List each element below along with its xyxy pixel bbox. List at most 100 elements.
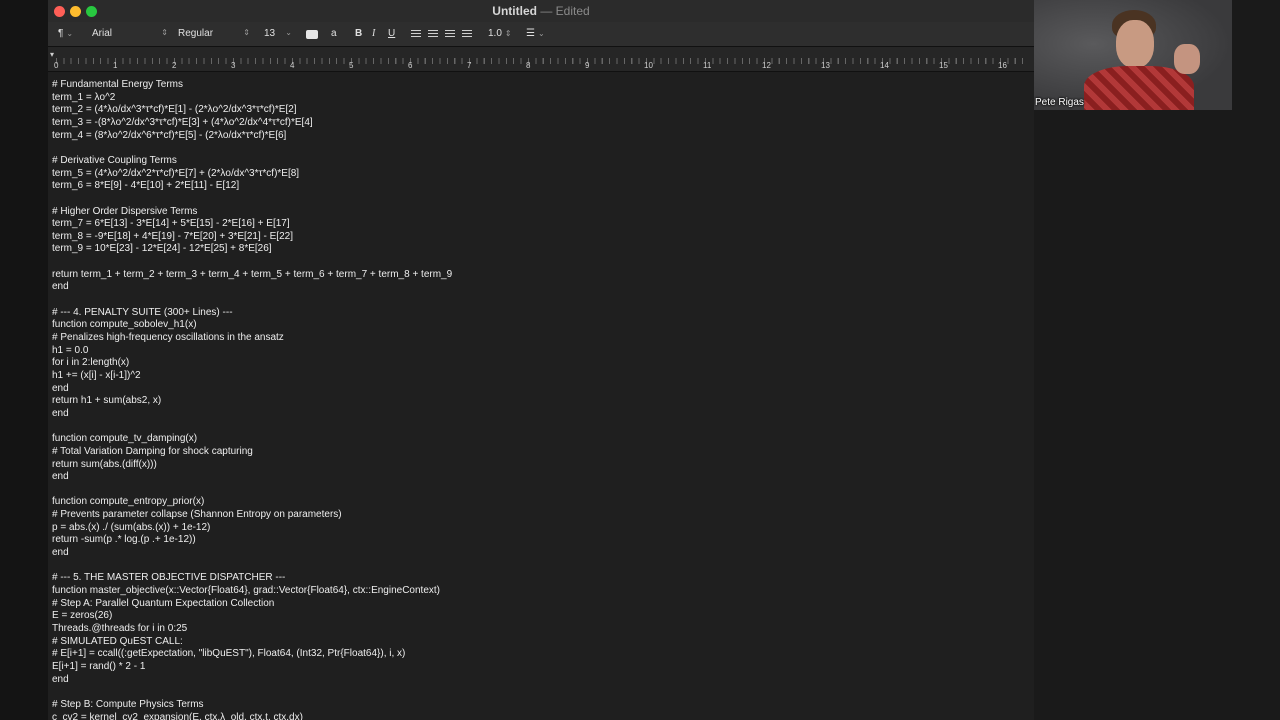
text-line[interactable]: # Total Variation Damping for shock capt… [52,446,253,458]
text-line[interactable]: end [52,383,69,395]
chevron-down-icon: ⌄ [285,28,292,37]
text-line[interactable]: return h1 + sum(abs2, x) [52,395,161,407]
text-line[interactable]: E[i+1] = rand() * 2 - 1 [52,661,145,673]
text-line[interactable]: end [52,281,69,293]
ruler-number: 5 [349,61,354,70]
textedit-window: Untitled — Edited ¶ ⌄ Arial ⇕ Regular ⇕ 13 ⌄… [48,0,1034,720]
text-line[interactable]: term_5 = (4*λo^2/dx^2*τ*cf)*E[7] + (2*λo… [52,168,299,180]
desktop-left-edge [0,0,48,720]
format-toolbar: ¶ ⌄ Arial ⇕ Regular ⇕ 13 ⌄ a B I U 1.0 ⇕ ☰ ⌄ [48,22,1034,47]
ruler-number: 16 [998,61,1007,70]
text-line[interactable]: # Higher Order Dispersive Terms [52,206,197,218]
text-line[interactable]: term_6 = 8*E[9] - 4*E[10] + 2*E[11] - E[… [52,180,239,192]
document-title: Untitled [492,4,537,18]
text-line[interactable]: # E[i+1] = ccall((:getExpectation, "libQ… [52,648,405,660]
font-size-select[interactable]: 13 ⌄ [264,28,292,39]
font-family-value: Arial [92,28,113,39]
ruler-number: 11 [703,61,712,70]
text-line[interactable]: h1 += (x[i] - x[i-1])^2 [52,370,141,382]
text-line[interactable]: # Prevents parameter collapse (Shannon E… [52,509,342,521]
text-line[interactable]: term_4 = (8*λo^2/dx^6*τ*cf)*E[5] - (2*λo… [52,130,286,142]
tab-stop-icon[interactable]: ▾ [50,50,54,59]
text-line[interactable]: # Fundamental Energy Terms [52,79,183,91]
chevron-down-icon: ⌄ [66,29,74,38]
text-color-swatch[interactable] [306,30,318,39]
text-line[interactable]: term_9 = 10*E[23] - 12*E[24] - 12*E[25] … [52,243,272,255]
text-line[interactable]: term_2 = (4*λo/dx^3*τ*cf)*E[1] - (2*λo^2… [52,104,297,116]
font-size-value: 13 [264,28,276,39]
ruler-number: 10 [644,61,653,70]
ruler[interactable]: ▾ 0 1 2 3 4 5 6 7 8 9 10 11 12 13 14 15 16 [48,47,1034,72]
text-line[interactable]: # Step A: Parallel Quantum Expectation C… [52,598,274,610]
window-title: Untitled — Edited [48,4,1034,18]
font-style-select[interactable]: Regular ⇕ [178,28,250,39]
ruler-number: 1 [113,61,118,70]
webcam-overlay: Pete Rigas [1034,0,1232,110]
webcam-person-shirt [1084,66,1194,110]
line-spacing-select[interactable]: 1.0 ⇕ [488,28,512,39]
text-line[interactable]: p = abs.(x) ./ (sum(abs.(x)) + 1e-12) [52,522,210,534]
ruler-number: 15 [939,61,948,70]
title-separator: — [540,4,553,18]
align-center-icon[interactable] [428,30,438,38]
line-spacing-value: 1.0 [488,28,502,39]
webcam-name-label: Pete Rigas [1035,97,1084,108]
webcam-person-head [1116,20,1154,68]
align-left-icon[interactable] [411,30,421,38]
chevron-down-icon: ⌄ [537,29,545,38]
paragraph-style-menu[interactable]: ¶ ⌄ [58,28,73,39]
list-icon: ☰ [526,28,535,39]
underline-button[interactable]: U [388,28,395,39]
font-family-select[interactable]: Arial ⇕ [92,28,168,39]
font-style-value: Regular [178,28,214,39]
text-line[interactable]: c_cv2 = kernel_cv2_expansion(E, ctx.λ_ol… [52,712,303,720]
list-style-menu[interactable]: ☰ ⌄ [526,28,545,39]
text-line[interactable]: term_8 = -9*E[18] + 4*E[19] - 7*E[20] + … [52,231,293,243]
up-down-chevron-icon: ⇕ [161,28,168,37]
webcam-person-hand [1174,44,1200,74]
document-body[interactable]: # Fundamental Energy Terms term_1 = λo^2 t… [48,72,1034,720]
up-down-chevron-icon: ⇕ [243,28,250,37]
ruler-number: 9 [585,61,590,70]
text-line[interactable]: # --- 5. THE MASTER OBJECTIVE DISPATCHER… [52,572,285,584]
ruler-number: 8 [526,61,531,70]
text-line[interactable]: # Derivative Coupling Terms [52,155,177,167]
document-status: Edited [555,4,590,18]
ruler-number: 12 [762,61,771,70]
text-line[interactable]: end [52,547,69,559]
text-line[interactable]: function compute_tv_damping(x) [52,433,197,445]
text-line[interactable]: term_1 = λo^2 [52,92,115,104]
text-line[interactable]: term_7 = 6*E[13] - 3*E[14] + 5*E[15] - 2… [52,218,290,230]
text-line[interactable]: return term_1 + term_2 + term_3 + term_4… [52,269,452,281]
text-line[interactable]: h1 = 0.0 [52,345,88,357]
text-line[interactable]: end [52,408,69,420]
paragraph-icon: ¶ [58,28,64,39]
text-line[interactable]: # Step B: Compute Physics Terms [52,699,204,711]
highlight-color-button[interactable]: a [331,28,337,39]
text-line[interactable]: term_3 = -(8*λo^2/dx^3*τ*cf)*E[3] + (4*λ… [52,117,313,129]
bold-button[interactable]: B [355,28,362,39]
text-line[interactable]: return -sum(p .* log.(p .+ 1e-12)) [52,534,196,546]
text-line[interactable]: function compute_sobolev_h1(x) [52,319,197,331]
text-line[interactable]: return sum(abs.(diff(x))) [52,459,157,471]
text-line[interactable]: end [52,674,69,686]
ruler-number: 0 [54,61,59,70]
up-down-chevron-icon: ⇕ [504,29,512,38]
title-bar: Untitled — Edited [48,0,1034,23]
text-line[interactable]: E = zeros(26) [52,610,112,622]
italic-button[interactable]: I [372,28,375,39]
ruler-number: 14 [880,61,889,70]
text-line[interactable]: for i in 2:length(x) [52,357,129,369]
text-line[interactable]: end [52,471,69,483]
text-line[interactable]: function master_objective(x::Vector{Floa… [52,585,440,597]
ruler-number: 6 [408,61,413,70]
text-line[interactable]: # SIMULATED QuEST CALL: [52,636,183,648]
ruler-number: 7 [467,61,472,70]
align-right-icon[interactable] [445,30,455,38]
text-line[interactable]: function compute_entropy_prior(x) [52,496,204,508]
text-line[interactable]: # Penalizes high-frequency oscillations … [52,332,284,344]
ruler-number: 13 [821,61,830,70]
align-justify-icon[interactable] [462,30,472,38]
text-line[interactable]: # --- 4. PENALTY SUITE (300+ Lines) --- [52,307,233,319]
text-line[interactable]: Threads.@threads for i in 0:25 [52,623,187,635]
